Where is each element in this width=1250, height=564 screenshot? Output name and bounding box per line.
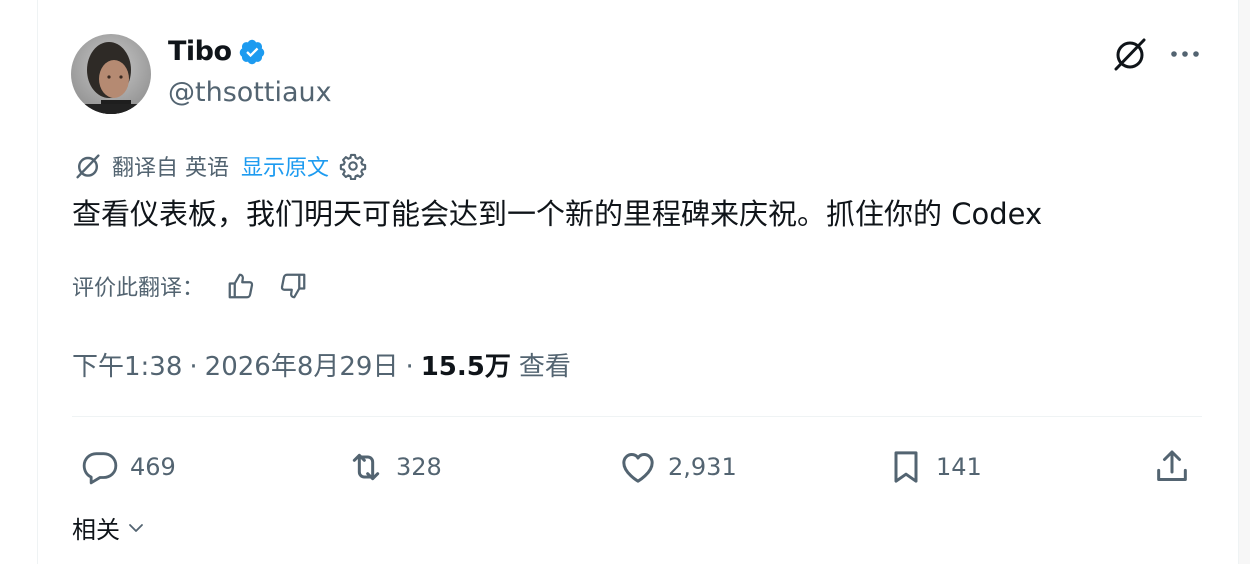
views-count[interactable]: 15.5万: [421, 346, 511, 383]
chevron-down-icon: [129, 523, 143, 532]
tweet-date[interactable]: 2026年8月29日: [205, 346, 399, 383]
like-button[interactable]: 2,931: [618, 444, 737, 490]
frame-right-strip: [1239, 0, 1250, 564]
gear-icon[interactable]: [339, 152, 367, 181]
retweet-count: 328: [396, 453, 442, 481]
like-count: 2,931: [668, 453, 737, 481]
divider: [72, 416, 1202, 417]
author-name[interactable]: Tibo: [168, 36, 232, 67]
thumbs-down-icon[interactable]: [278, 271, 308, 301]
like-icon: [622, 453, 654, 483]
tweet-time[interactable]: 下午1:38: [72, 346, 182, 383]
reply-button[interactable]: 469: [80, 444, 176, 490]
avatar[interactable]: [71, 34, 151, 114]
related-toggle[interactable]: 相关: [72, 510, 148, 545]
share-icon: [1157, 450, 1187, 481]
verified-badge-icon: [238, 38, 266, 66]
rate-translation-row: 评价此翻译：: [72, 270, 308, 302]
tweet-text: 查看仪表板，我们明天可能会达到一个新的里程碑来庆祝。抓住你的 Codex: [72, 197, 1043, 231]
author-name-row[interactable]: Tibo: [168, 36, 266, 67]
translated-from-label: 翻译自 英语: [112, 156, 229, 181]
action-bar: 469 328 2,931 141: [72, 444, 1202, 490]
meta-separator: ·: [405, 352, 414, 382]
views-label: 查看: [518, 352, 571, 382]
bookmark-button[interactable]: 141: [886, 444, 982, 490]
tweet-meta: 下午1:38 · 2026年8月29日 · 15.5万 查看: [72, 346, 571, 383]
frame-left-border: [37, 0, 38, 564]
meta-separator: ·: [189, 352, 198, 382]
author-handle[interactable]: @thsottiaux: [168, 77, 332, 108]
grok-icon: [72, 150, 104, 182]
related-label: 相关: [72, 516, 120, 544]
retweet-icon: [352, 453, 380, 481]
bookmark-icon: [894, 451, 918, 483]
retweet-button[interactable]: 328: [346, 444, 442, 490]
reply-count: 469: [130, 453, 176, 481]
thumbs-up-icon[interactable]: [226, 271, 256, 301]
more-icon[interactable]: [1165, 40, 1205, 68]
reply-icon: [82, 452, 118, 485]
show-original-link[interactable]: 显示原文: [241, 150, 329, 182]
grok-icon[interactable]: [1110, 34, 1150, 74]
rate-translation-label: 评价此翻译：: [72, 276, 205, 301]
share-button[interactable]: [1152, 444, 1192, 490]
bookmark-count: 141: [936, 453, 982, 481]
translation-bar: 翻译自 英语 显示原文: [72, 150, 367, 182]
